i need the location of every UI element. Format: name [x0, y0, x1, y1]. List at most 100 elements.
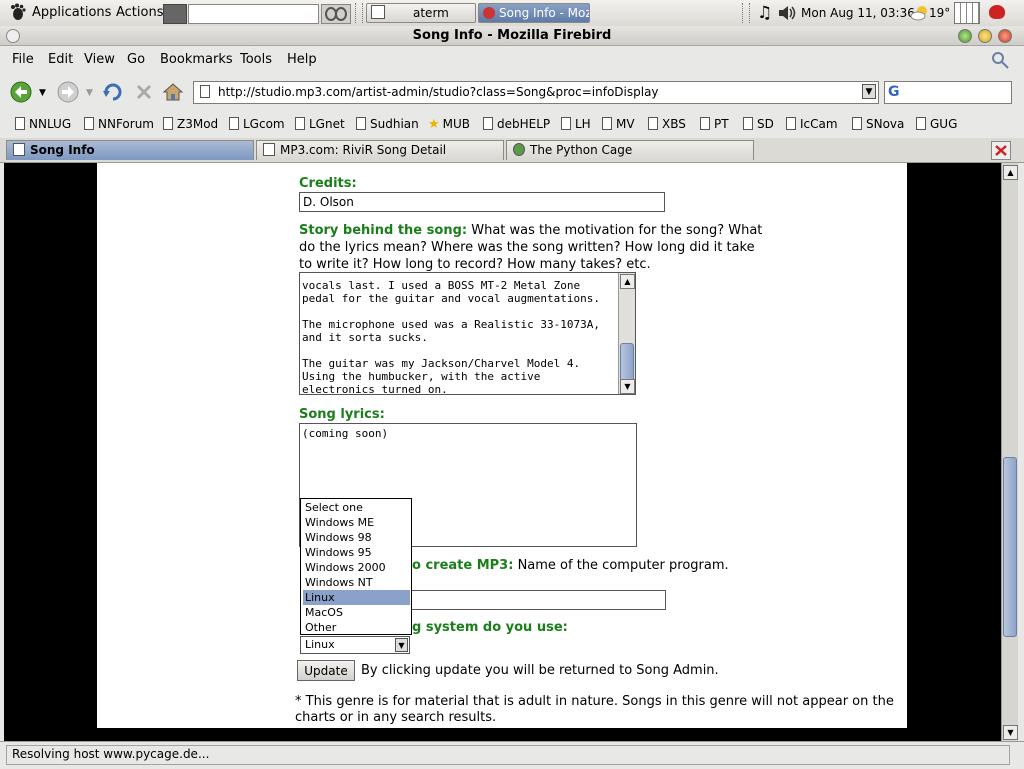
menu-file[interactable]: File — [12, 52, 34, 67]
bookmark-item[interactable]: Z3Mod — [163, 116, 218, 132]
story-textarea[interactable]: vocals last. I used a BOSS MT-2 Metal Zo… — [299, 272, 636, 395]
software-input[interactable] — [412, 590, 666, 610]
os-option[interactable]: Windows 2000 — [303, 560, 410, 575]
footnote-line1: * This genre is for material that is adu… — [295, 694, 894, 709]
applications-menu[interactable]: Applications — [32, 0, 111, 26]
update-button[interactable]: Update — [297, 660, 355, 681]
story-help-line3: to write it? How long to record? How man… — [299, 257, 651, 272]
bookmark-item[interactable]: PT — [700, 116, 729, 132]
bookmark-item[interactable]: NNForum — [84, 116, 154, 132]
credits-input[interactable]: D. Olson — [299, 192, 665, 212]
story-text-line: vocals last. I used a BOSS MT-2 Metal Zo… — [302, 279, 581, 292]
os-option[interactable]: Windows 98 — [303, 530, 410, 545]
url-text[interactable]: http://studio.mp3.com/artist-admin/studi… — [218, 82, 659, 103]
bookmark-item[interactable]: ★ MUB — [428, 116, 470, 133]
menu-view[interactable]: View — [84, 52, 115, 67]
tab-python-cage[interactable]: The Python Cage — [506, 140, 754, 160]
status-text: Resolving host www.pycage.de... — [12, 747, 210, 761]
os-option[interactable]: MacOS — [303, 605, 410, 620]
scroll-down-arrow-icon[interactable]: ▼ — [620, 379, 635, 394]
binoculars-icon[interactable] — [321, 4, 351, 24]
bookmark-item[interactable]: GUG — [916, 116, 957, 132]
actions-menu[interactable]: Actions — [116, 0, 164, 26]
weather-cloud-sun-icon[interactable] — [910, 4, 930, 22]
menu-help[interactable]: Help — [287, 52, 317, 67]
menu-bookmarks[interactable]: Bookmarks — [160, 52, 233, 67]
firebird-icon — [483, 7, 495, 19]
bookmark-item[interactable]: NNLUG — [15, 116, 71, 132]
page-scroll-up-arrow-icon[interactable]: ▲ — [1003, 165, 1018, 180]
bookmark-item[interactable]: LGcom — [229, 116, 285, 132]
weather-temperature[interactable]: 19° — [929, 0, 950, 26]
bookmark-page-icon — [786, 117, 796, 130]
throbber-icon — [990, 50, 1010, 70]
terminal-launcher-icon[interactable] — [163, 4, 187, 24]
bookmark-page-icon — [700, 117, 710, 130]
os-option[interactable]: Windows ME — [303, 515, 410, 530]
page-scroll-thumb[interactable] — [1003, 457, 1017, 637]
taskbar-song-info[interactable]: Song Info - Moz — [478, 3, 590, 23]
taskbar-aterm[interactable]: aterm — [366, 3, 476, 23]
tab-song-info[interactable]: Song Info — [6, 140, 254, 160]
genre-footnote: * This genre is for material that is adu… — [295, 694, 895, 726]
url-history-dropdown-icon[interactable]: ▼ — [862, 84, 876, 99]
bookmark-item[interactable]: XBS — [648, 116, 686, 132]
page-scrollbar[interactable]: ▲ ▼ — [1001, 163, 1018, 741]
url-bar[interactable]: http://studio.mp3.com/artist-admin/studi… — [193, 81, 879, 104]
os-dropdown-list: Select one Windows ME Windows 98 Windows… — [300, 498, 412, 635]
maximize-button[interactable] — [978, 29, 992, 43]
volume-icon[interactable] — [777, 4, 797, 22]
scroll-up-arrow-icon[interactable]: ▲ — [620, 274, 635, 289]
bookmark-item[interactable]: SD — [743, 116, 774, 132]
menu-edit[interactable]: Edit — [48, 52, 73, 67]
menu-tools[interactable]: Tools — [240, 52, 272, 67]
back-arrow-icon[interactable] — [10, 81, 32, 103]
os-option[interactable]: Other — [303, 620, 410, 635]
firebird-launcher-icon[interactable] — [989, 5, 1005, 19]
gnome-foot-icon[interactable] — [9, 3, 27, 21]
bookmark-item[interactable]: SNova — [852, 116, 904, 132]
search-box[interactable]: G — [884, 81, 1012, 104]
os-option[interactable]: Select one — [303, 500, 410, 515]
story-text-line — [302, 305, 618, 318]
story-scroll-thumb[interactable] — [620, 343, 634, 381]
os-select[interactable]: Linux ▼ — [300, 636, 410, 654]
close-window-button[interactable] — [998, 29, 1012, 43]
os-option-selected[interactable]: Linux — [303, 590, 410, 605]
minimize-button[interactable] — [958, 29, 972, 43]
star-icon: ★ — [428, 117, 440, 132]
story-text-line: The guitar was my Jackson/Charvel Model … — [302, 357, 581, 370]
stop-icon[interactable] — [133, 81, 155, 103]
page-scroll-down-arrow-icon[interactable]: ▼ — [1003, 725, 1018, 740]
bookmark-page-icon — [561, 117, 571, 130]
close-tab-button[interactable] — [991, 141, 1011, 160]
select-dropdown-arrow-icon[interactable]: ▼ — [395, 638, 408, 652]
story-text-line: The microphone used was a Realistic 33-1… — [302, 318, 601, 331]
back-dropdown-chevron-icon[interactable]: ▼ — [39, 88, 46, 98]
music-note-icon[interactable]: ♫ — [757, 4, 772, 22]
bookmark-item[interactable]: LH — [561, 116, 591, 132]
workspace-switcher[interactable] — [954, 2, 980, 24]
forward-dropdown-chevron-icon[interactable]: ▼ — [86, 88, 93, 98]
story-text-line: pedal for the guitar and vocal augmentat… — [302, 292, 601, 305]
menu-go[interactable]: Go — [127, 52, 145, 67]
bookmark-item[interactable]: Sudhian — [356, 116, 419, 132]
task-label: Song Info - Moz — [499, 6, 590, 20]
home-icon[interactable] — [162, 81, 184, 103]
bookmark-page-icon — [295, 117, 305, 130]
bookmark-label: NNForum — [98, 117, 154, 131]
tab-mp3-song-detail[interactable]: MP3.com: RiviR Song Detail — [256, 140, 504, 160]
bookmark-item[interactable]: IcCam — [786, 116, 838, 132]
story-scrollbar[interactable]: ▲ ▼ — [618, 273, 635, 394]
os-option[interactable]: Windows NT — [303, 575, 410, 590]
bookmark-label: LGcom — [243, 117, 285, 131]
panel-clock[interactable]: Mon Aug 11, 03:36 — [801, 0, 915, 26]
bookmark-item[interactable]: MV — [602, 116, 635, 132]
panel-command-input[interactable] — [188, 4, 319, 24]
forward-arrow-icon[interactable] — [57, 81, 79, 103]
reload-icon[interactable] — [102, 81, 124, 103]
os-option[interactable]: Windows 95 — [303, 545, 410, 560]
bookmark-item[interactable]: LGnet — [295, 116, 345, 132]
bookmark-item[interactable]: debHELP — [483, 116, 550, 132]
window-menu-button[interactable] — [6, 29, 20, 43]
